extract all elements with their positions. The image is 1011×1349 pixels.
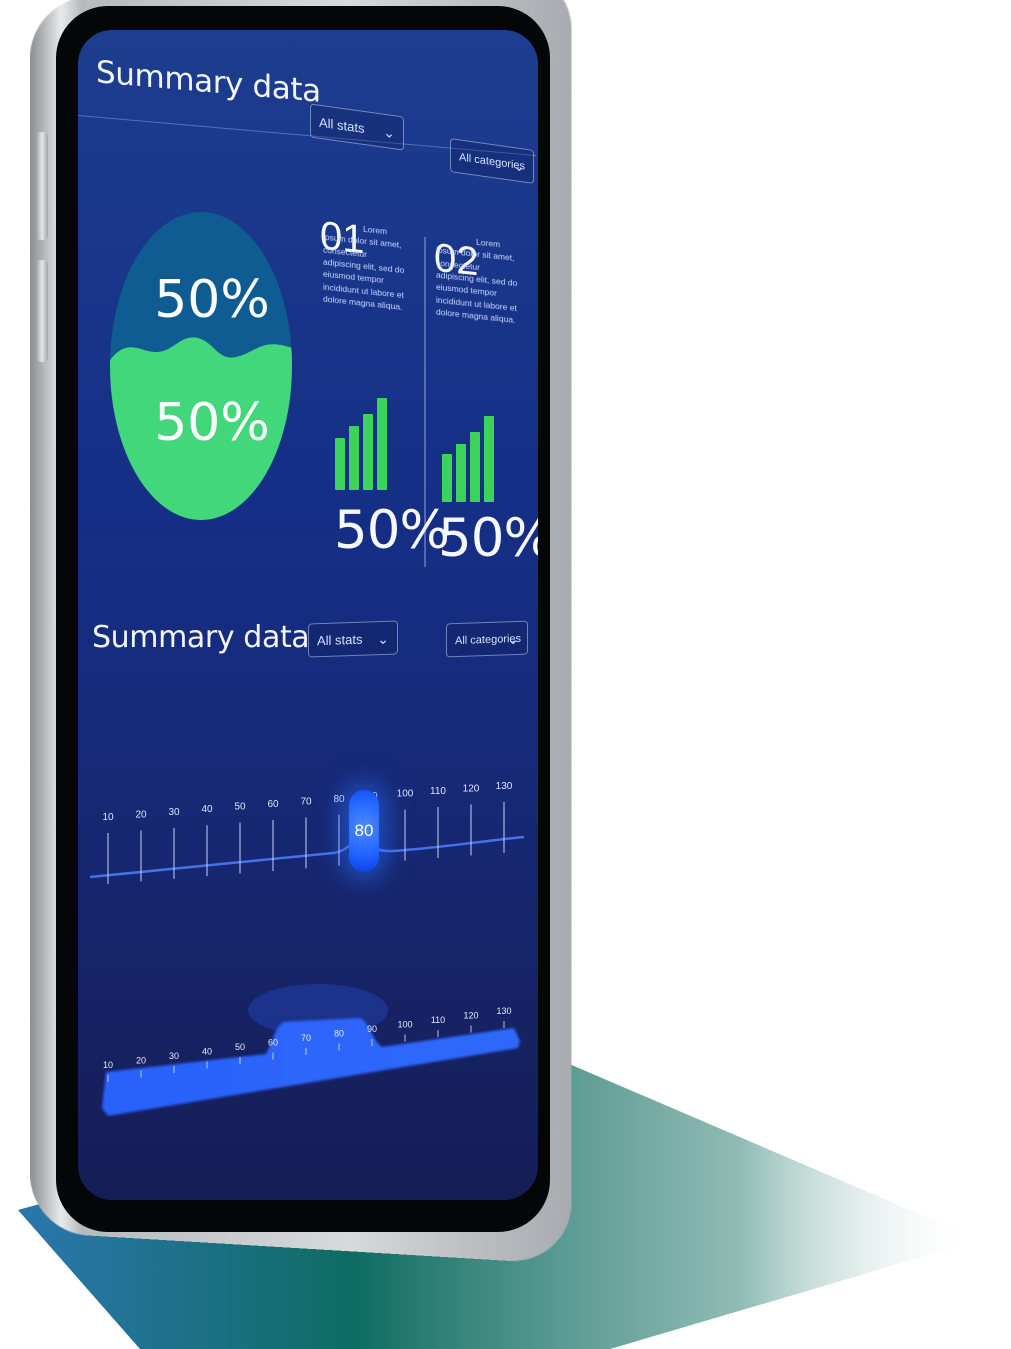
stats-select-bottom-label: All stats <box>317 632 363 649</box>
chevron-down-icon: ⌄ <box>377 622 389 656</box>
stats-select-top-label: All stats <box>319 115 365 136</box>
stats-select-bottom[interactable]: All stats ⌄ <box>308 620 398 657</box>
slider-tick-label: 120 <box>463 783 480 794</box>
stat-bars-01 <box>335 392 383 490</box>
stats-divider <box>424 237 426 567</box>
area-chart: 10 20 30 40 50 60 70 80 90 100 110 120 130 <box>78 930 538 1140</box>
area-tick-label: 130 <box>496 1006 511 1016</box>
area-tick-label: 40 <box>202 1047 212 1057</box>
slider-tick-label: 60 <box>267 799 279 810</box>
area-tick-label: 70 <box>301 1033 311 1043</box>
stat-bar <box>363 414 373 490</box>
slider-tick-label: 50 <box>234 802 246 813</box>
slider-tick-label: 20 <box>135 809 147 820</box>
area-tick-label: 30 <box>169 1051 179 1061</box>
stat-bar <box>484 416 494 502</box>
slider-tick-label: 30 <box>168 807 180 818</box>
slider-tick-label: 100 <box>397 789 414 800</box>
stat-bar <box>377 398 387 490</box>
stat-bar <box>349 426 359 490</box>
stat-bars-02 <box>442 404 490 502</box>
slider-tick-label: 110 <box>430 786 446 797</box>
chevron-down-icon: ⌄ <box>507 622 519 656</box>
stat-value: 50% <box>438 508 538 569</box>
side-button-lower[interactable] <box>36 260 48 362</box>
side-button-upper[interactable] <box>36 132 48 240</box>
stat-bar <box>335 438 345 490</box>
dashboard-screen: Summary data All stats ⌄ All categories … <box>78 30 538 1200</box>
slider-ruler: 102030405060708090100110120130 <box>78 730 538 910</box>
area-tick-label: 50 <box>235 1042 245 1052</box>
slider-tick-label: 10 <box>102 812 114 823</box>
stat-value: 50% <box>334 500 449 561</box>
stats-select-top[interactable]: All stats ⌄ <box>310 103 404 150</box>
donut-chart: 50% 50% <box>110 212 292 522</box>
donut-bottom-value: 50% <box>154 393 270 453</box>
area-tick-label: 20 <box>136 1056 146 1066</box>
categories-select-bottom[interactable]: All categories ⌄ <box>446 621 528 658</box>
area-tick-label: 100 <box>397 1020 412 1030</box>
categories-select-top[interactable]: All categories ⌄ <box>450 138 534 184</box>
area-tick-label: 80 <box>334 1029 344 1039</box>
slider-tick-label: 130 <box>496 781 513 792</box>
donut-top-value: 50% <box>154 270 270 330</box>
summary-title-top: Summary data <box>96 54 321 110</box>
summary-title-bottom: Summary data <box>92 620 309 655</box>
stat-description: Lorem ipsum dolor sit amet, consectetur … <box>436 232 520 327</box>
slider-tick-label: 70 <box>300 796 312 807</box>
chevron-down-icon: ⌄ <box>383 115 395 151</box>
slider-tick-label: 40 <box>201 804 213 815</box>
area-tick-label: 60 <box>268 1038 278 1048</box>
stat-bar <box>442 454 452 502</box>
area-tick-label: 120 <box>463 1011 478 1021</box>
slider-knob[interactable]: 80 <box>349 790 379 872</box>
area-tick-label: 10 <box>103 1060 113 1070</box>
stat-description: Lorem ipsum dolor sit amet, consectetur … <box>323 219 407 314</box>
area-tick-label: 110 <box>431 1015 445 1025</box>
chevron-down-icon: ⌄ <box>513 148 525 184</box>
slider-tick-label: 80 <box>333 794 345 805</box>
area-tick-label: 90 <box>367 1024 377 1034</box>
stat-bar <box>456 444 466 502</box>
stat-bar <box>470 432 480 502</box>
